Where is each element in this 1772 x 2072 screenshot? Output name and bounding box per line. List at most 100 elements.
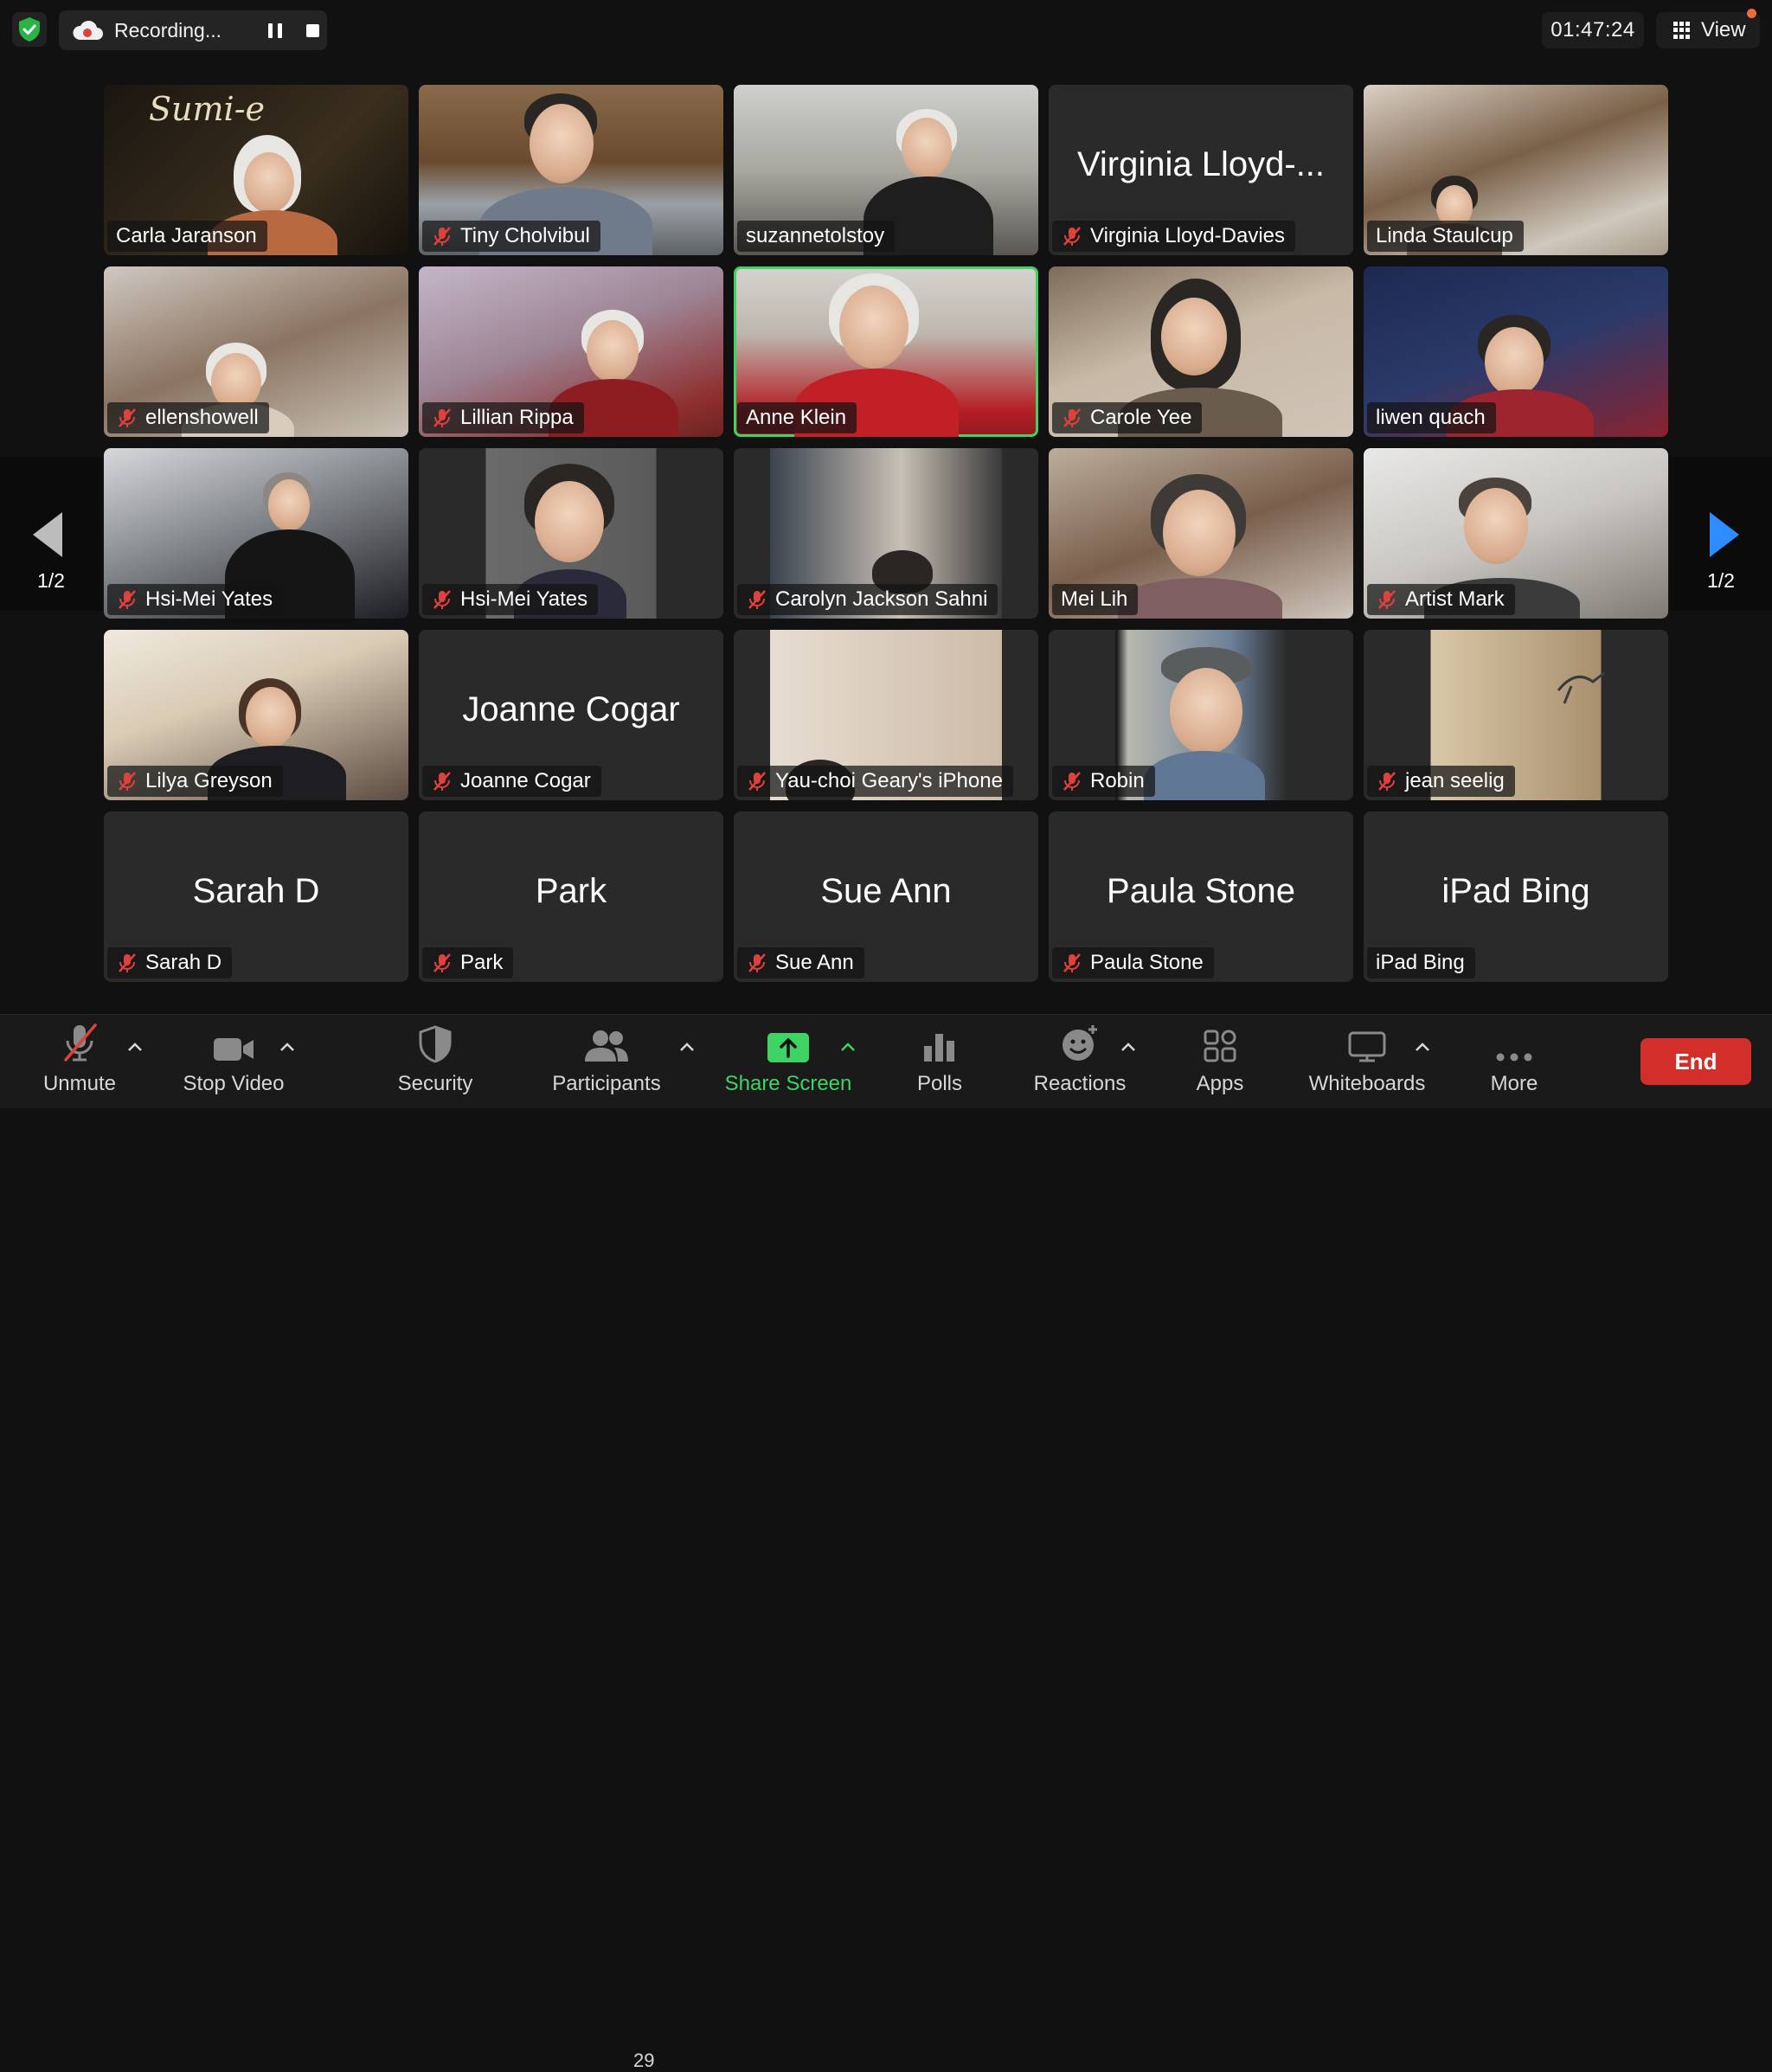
muted-mic-icon [433, 953, 451, 972]
left-arrow-icon [33, 512, 62, 557]
reactions-smiley-icon [1063, 1025, 1097, 1061]
participant-tile[interactable]: Paula Stone Paula Stone [1049, 811, 1353, 982]
audio-options-chevron-icon[interactable] [126, 1041, 144, 1053]
participant-display-name: Virginia Lloyd-... [1076, 145, 1326, 183]
muted-mic-icon [748, 590, 766, 609]
share-options-chevron-icon[interactable] [839, 1041, 857, 1053]
participant-tile[interactable]: Robin [1049, 630, 1353, 800]
meeting-timer: 01:47:24 [1542, 12, 1644, 48]
apps-button[interactable]: Apps [1177, 1015, 1263, 1108]
previous-page-button[interactable]: 1/2 [0, 457, 102, 611]
reactions-button[interactable]: Reactions [1026, 1015, 1133, 1108]
participant-tile[interactable]: Tiny Cholvibul [419, 85, 723, 255]
participant-tile[interactable]: Lillian Rippa [419, 266, 723, 437]
participant-tile[interactable]: Sumi-e Carla Jaranson [104, 85, 408, 255]
share-screen-button[interactable]: Share Screen [718, 1015, 858, 1108]
pause-recording-button[interactable] [268, 22, 282, 38]
muted-mic-icon [748, 953, 766, 972]
participant-tile[interactable]: jean seelig [1364, 630, 1668, 800]
participant-name-tag: jean seelig [1367, 766, 1515, 797]
encryption-shield-icon[interactable] [12, 12, 47, 47]
participant-tile[interactable]: Hsi-Mei Yates [419, 448, 723, 619]
participant-tile[interactable]: Carolyn Jackson Sahni [734, 448, 1038, 619]
participant-name-tag: Anne Klein [737, 402, 857, 433]
participant-name-tag: Paula Stone [1052, 947, 1214, 978]
participant-display-name: iPad Bing [1441, 872, 1590, 910]
cloud-recording-icon [71, 18, 106, 42]
microphone-muted-icon [64, 1023, 97, 1062]
participant-tile[interactable]: Yau-choi Geary's iPhone [734, 630, 1038, 800]
participant-tile[interactable]: Linda Staulcup [1364, 85, 1668, 255]
participants-count: 29 [633, 2050, 655, 2071]
participant-name-tag: suzannetolstoy [737, 221, 896, 252]
participants-icon [585, 1030, 628, 1062]
security-label: Security [397, 1072, 473, 1095]
participant-tile[interactable]: iPad Bing iPad Bing [1364, 811, 1668, 982]
more-button[interactable]: More [1471, 1015, 1557, 1108]
participant-tile[interactable]: Carole Yee [1049, 266, 1353, 437]
participant-tile[interactable]: Sue Ann Sue Ann [734, 811, 1038, 982]
unmute-label: Unmute [42, 1072, 117, 1095]
reactions-label: Reactions [1033, 1072, 1127, 1095]
participant-name-tag: Yau-choi Geary's iPhone [737, 766, 1013, 797]
muted-mic-icon [1063, 953, 1081, 972]
reactions-options-chevron-icon[interactable] [1120, 1041, 1137, 1053]
stop-video-label: Stop Video [183, 1072, 285, 1095]
participant-name-tag: Robin [1052, 766, 1155, 797]
participant-tile[interactable]: Artist Mark [1364, 448, 1668, 619]
participant-name-tag: Sarah D [107, 947, 233, 978]
participant-name-tag: Hsi-Mei Yates [422, 584, 599, 615]
heron-painting-icon [1557, 671, 1605, 704]
participants-options-chevron-icon[interactable] [678, 1041, 696, 1053]
apps-icon [1204, 1030, 1236, 1062]
muted-mic-icon [748, 772, 766, 791]
participant-tile[interactable]: liwen quach [1364, 266, 1668, 437]
whiteboards-options-chevron-icon[interactable] [1414, 1041, 1431, 1053]
participant-tile-active-speaker[interactable]: Anne Klein [734, 266, 1038, 437]
recording-indicator: Recording... [59, 10, 327, 50]
participant-name-tag: Hsi-Mei Yates [107, 584, 284, 615]
participant-tile[interactable]: Virginia Lloyd-... Virginia Lloyd-Davies [1049, 85, 1353, 255]
more-label: More [1490, 1072, 1538, 1095]
participant-name-tag: iPad Bing [1367, 947, 1475, 978]
whiteboards-label: Whiteboards [1308, 1072, 1426, 1095]
whiteboards-button[interactable]: Whiteboards [1300, 1015, 1435, 1108]
unmute-button[interactable]: Unmute [28, 1015, 132, 1108]
participant-name-tag: Carole Yee [1052, 402, 1203, 433]
participant-name-tag: liwen quach [1367, 402, 1496, 433]
participant-name-tag: Lilya Greyson [107, 766, 283, 797]
participant-tile[interactable]: Mei Lih [1049, 448, 1353, 619]
muted-mic-icon [433, 227, 451, 246]
muted-mic-icon [1378, 590, 1396, 609]
muted-mic-icon [119, 590, 136, 609]
stop-recording-button[interactable] [306, 23, 319, 37]
video-options-chevron-icon[interactable] [279, 1041, 296, 1053]
security-button[interactable]: Security [383, 1015, 487, 1108]
view-label: View [1701, 18, 1746, 42]
participant-name-tag: Linda Staulcup [1367, 221, 1524, 252]
view-button[interactable]: View [1656, 9, 1760, 48]
participant-tile[interactable]: Park Park [419, 811, 723, 982]
muted-mic-icon [1063, 772, 1081, 791]
participant-name-tag: Joanne Cogar [422, 766, 601, 797]
security-shield-icon [419, 1025, 452, 1063]
end-meeting-button[interactable]: End [1640, 1038, 1751, 1085]
participant-display-name: Sue Ann [820, 872, 952, 910]
next-page-button[interactable]: 1/2 [1670, 457, 1772, 611]
notification-dot [1747, 9, 1756, 18]
more-dots-icon [1496, 1053, 1532, 1062]
page-indicator-right: 1/2 [1707, 569, 1735, 592]
page-indicator-left: 1/2 [37, 569, 65, 592]
stop-video-button[interactable]: Stop Video [173, 1015, 294, 1108]
participants-button[interactable]: Participants [543, 1015, 670, 1108]
participant-tile[interactable]: Sarah D Sarah D [104, 811, 408, 982]
participant-name-tag: Virginia Lloyd-Davies [1052, 221, 1295, 252]
participant-display-name: Paula Stone [1107, 872, 1295, 910]
polls-button[interactable]: Polls [896, 1015, 983, 1108]
participant-tile[interactable]: ellenshowell [104, 266, 408, 437]
participant-tile[interactable]: Joanne Cogar Joanne Cogar [419, 630, 723, 800]
participant-tile[interactable]: Hsi-Mei Yates [104, 448, 408, 619]
share-screen-icon [767, 1033, 809, 1062]
participant-tile[interactable]: Lilya Greyson [104, 630, 408, 800]
participant-tile[interactable]: suzannetolstoy [734, 85, 1038, 255]
